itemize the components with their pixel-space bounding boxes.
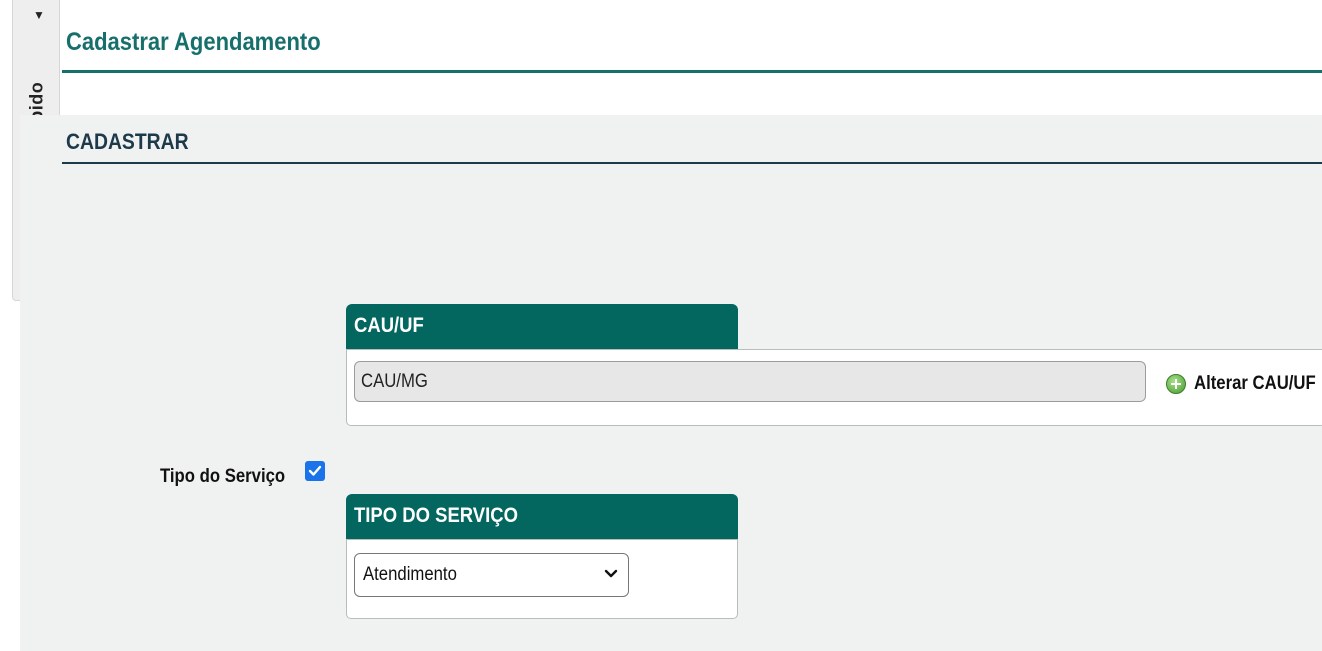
alterar-cau-uf-button[interactable]: Alterar CAU/UF xyxy=(1166,370,1322,398)
page-title-text: Cadastrar Agendamento xyxy=(66,28,321,56)
tipo-servico-legend-text: TIPO DO SERVIÇO xyxy=(354,504,518,527)
page-title: Cadastrar Agendamento xyxy=(66,28,355,57)
plus-circle-icon xyxy=(1166,374,1186,394)
alterar-cau-uf-label: Alterar CAU/UF xyxy=(1194,373,1316,394)
cau-uf-field[interactable]: CAU/MG xyxy=(354,361,1146,402)
cau-uf-legend: CAU/UF xyxy=(346,304,738,350)
section-title-text: CADASTRAR xyxy=(66,129,189,154)
chevron-down-icon: ▼ xyxy=(33,8,45,22)
tipo-servico-selected: Atendimento xyxy=(363,564,457,585)
tipo-servico-label: Tipo do Serviço xyxy=(160,466,302,488)
tipo-servico-label-text: Tipo do Serviço xyxy=(160,466,286,487)
section-title: CADASTRAR xyxy=(66,129,205,155)
checkmark-icon xyxy=(308,465,322,476)
cau-uf-legend-text: CAU/UF xyxy=(354,314,424,337)
tipo-servico-select[interactable]: Atendimento xyxy=(354,553,629,597)
chevron-down-icon xyxy=(604,569,618,578)
tipo-servico-checkbox[interactable] xyxy=(305,461,325,481)
section-divider xyxy=(62,162,1322,164)
cau-uf-value: CAU/MG xyxy=(361,371,428,392)
title-divider xyxy=(62,70,1322,73)
tipo-servico-legend: TIPO DO SERVIÇO xyxy=(346,494,738,540)
